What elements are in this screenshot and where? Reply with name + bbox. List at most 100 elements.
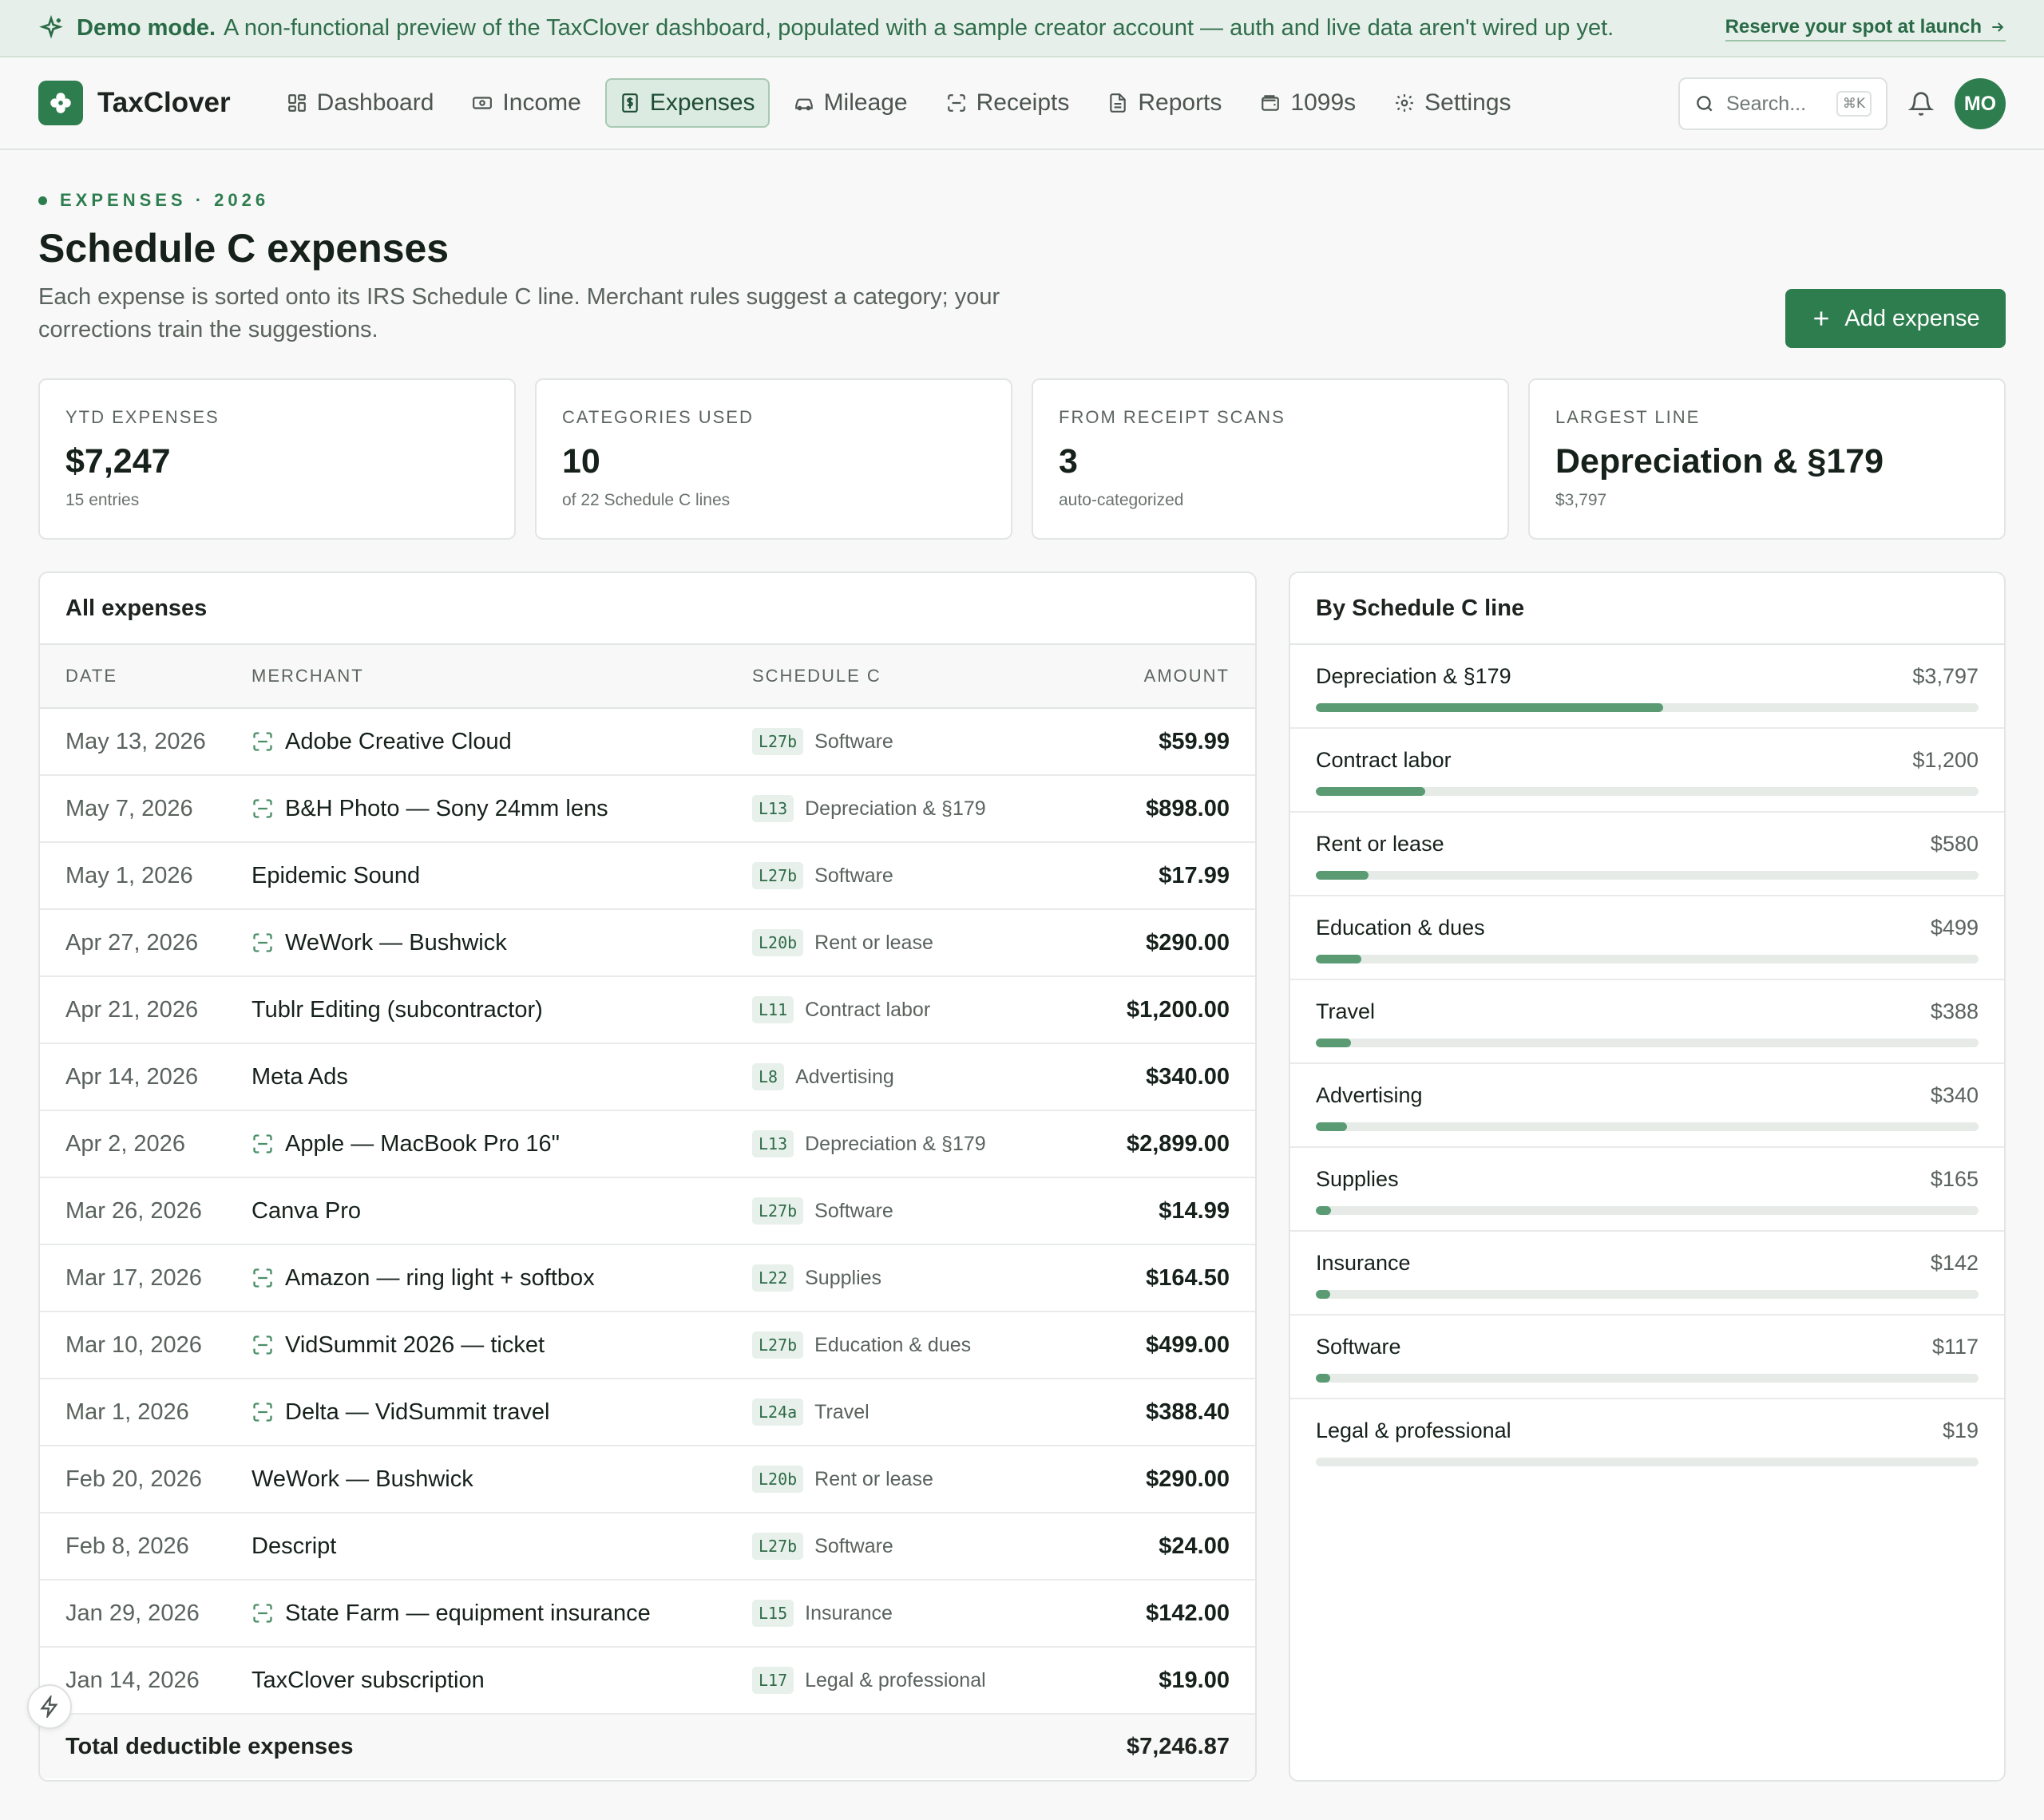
table-row[interactable]: May 7, 2026 B&H Photo — Sony 24mm lens L13… bbox=[40, 776, 1255, 843]
banner-strong: Demo mode. bbox=[77, 14, 216, 41]
cell-date: May 13, 2026 bbox=[65, 728, 206, 754]
lightning-icon bbox=[40, 1695, 58, 1718]
schedule-line-badge: L27b bbox=[752, 862, 804, 889]
total-label: Total deductible expenses bbox=[65, 1733, 354, 1759]
table-row[interactable]: Apr 14, 2026 Meta Ads L8 Advertising $340.00 bbox=[40, 1044, 1255, 1111]
table-row[interactable]: Apr 2, 2026 Apple — MacBook Pro 16" L13 Dep… bbox=[40, 1111, 1255, 1178]
merchant-name: Canva Pro bbox=[252, 1197, 362, 1224]
table-row[interactable]: Jan 14, 2026 TaxClover subscription L17 Leg… bbox=[40, 1648, 1255, 1715]
nav-receipts-label: Receipts bbox=[976, 89, 1070, 116]
stat-label: CATEGORIES USED bbox=[562, 407, 754, 427]
scan-icon bbox=[947, 94, 965, 112]
nav-dashboard[interactable]: Dashboard bbox=[272, 78, 449, 128]
line-item-name: Education & dues bbox=[1316, 916, 1485, 940]
table-row[interactable]: May 13, 2026 Adobe Creative Cloud L27b Soft… bbox=[40, 709, 1255, 776]
table-row[interactable]: Mar 26, 2026 Canva Pro L27b Software $14.99 bbox=[40, 1178, 1255, 1245]
schedule-line-item: Supplies $165 bbox=[1290, 1148, 2004, 1232]
cell-amount: $340.00 bbox=[1146, 1063, 1230, 1090]
table-row[interactable]: May 1, 2026 Epidemic Sound L27b Software $17… bbox=[40, 843, 1255, 910]
line-item-bar-track bbox=[1316, 1039, 1979, 1047]
cell-schedule-c: L27b Education & dues bbox=[752, 1331, 1072, 1359]
line-item-name: Advertising bbox=[1316, 1083, 1423, 1107]
sparkle-icon bbox=[39, 15, 63, 39]
stat-value: Depreciation & §179 bbox=[1555, 442, 1884, 481]
header-actions: Search... ⌘K MO bbox=[1678, 77, 2006, 130]
schedule-line-badge: L24a bbox=[752, 1399, 804, 1426]
avatar[interactable]: MO bbox=[1955, 78, 2006, 129]
nav-reports[interactable]: Reports bbox=[1093, 78, 1236, 128]
schedule-line-badge: L13 bbox=[752, 1130, 794, 1157]
cell-date: Feb 20, 2026 bbox=[65, 1466, 202, 1492]
banner-message: A non-functional preview of the TaxClove… bbox=[224, 14, 1614, 41]
receipt-scan-icon bbox=[253, 1268, 272, 1288]
line-item-bar-fill bbox=[1316, 871, 1369, 880]
column-header-schedule-c: SCHEDULE C bbox=[752, 666, 881, 686]
nav-mileage[interactable]: Mileage bbox=[779, 78, 922, 128]
schedule-category: Education & dues bbox=[814, 1333, 972, 1356]
line-item-header: Advertising $340 bbox=[1316, 1083, 1979, 1108]
table-row[interactable]: Feb 8, 2026 Descript L27b Software $24.00 bbox=[40, 1513, 1255, 1581]
cell-date: May 7, 2026 bbox=[65, 795, 193, 821]
cell-schedule-c: L27b Software bbox=[752, 1197, 1072, 1225]
schedule-category: Supplies bbox=[805, 1266, 882, 1289]
line-item-bar-track bbox=[1316, 955, 1979, 963]
cell-schedule-c: L24a Travel bbox=[752, 1399, 1072, 1426]
merchant-name: Amazon — ring light + softbox bbox=[285, 1264, 595, 1291]
brand-name: TaxClover bbox=[97, 87, 231, 118]
line-item-name: Supplies bbox=[1316, 1167, 1399, 1191]
bell-icon[interactable] bbox=[1908, 91, 1934, 117]
stat-value: 10 bbox=[562, 442, 600, 481]
reserve-spot-link[interactable]: Reserve your spot at launch bbox=[1725, 16, 2006, 42]
by-line-list: Depreciation & §179 $3,797 Contract labor $… bbox=[1290, 645, 2004, 1483]
nav-1099s[interactable]: 1099s bbox=[1246, 78, 1370, 128]
cell-date: Mar 10, 2026 bbox=[65, 1331, 202, 1358]
table-row[interactable]: Jan 29, 2026 State Farm — equipment insur… bbox=[40, 1581, 1255, 1648]
line-item-header: Rent or lease $580 bbox=[1316, 832, 1979, 857]
stat-label: LARGEST LINE bbox=[1555, 407, 1701, 427]
stat-card-largest-line: LARGEST LINE Depreciation & §179 $3,797 bbox=[1528, 378, 2006, 540]
cell-amount: $164.50 bbox=[1146, 1264, 1230, 1291]
cell-merchant: Tublr Editing (subcontractor) bbox=[252, 997, 752, 1023]
cell-schedule-c: L15 Insurance bbox=[752, 1600, 1072, 1627]
nav-settings[interactable]: Settings bbox=[1380, 78, 1525, 128]
brand-logo[interactable]: TaxClover bbox=[38, 81, 231, 125]
line-item-bar-fill bbox=[1316, 955, 1362, 963]
table-row[interactable]: Mar 17, 2026 Amazon — ring light + softbo… bbox=[40, 1245, 1255, 1312]
table-row[interactable]: Mar 1, 2026 Delta — VidSummit travel L24a T… bbox=[40, 1379, 1255, 1446]
cell-merchant: Adobe Creative Cloud bbox=[252, 729, 752, 755]
cell-merchant: WeWork — Bushwick bbox=[252, 930, 752, 956]
table-row[interactable]: Mar 10, 2026 VidSummit 2026 — ticket L27b E… bbox=[40, 1312, 1255, 1379]
cell-schedule-c: L8 Advertising bbox=[752, 1063, 1072, 1090]
line-item-amount: $165 bbox=[1930, 1167, 1979, 1191]
schedule-line-badge: L27b bbox=[752, 1197, 804, 1225]
schedule-line-badge: L20b bbox=[752, 929, 804, 956]
nav-income[interactable]: Income bbox=[458, 78, 595, 128]
schedule-line-badge: L27b bbox=[752, 1533, 804, 1560]
merchant-name: B&H Photo — Sony 24mm lens bbox=[285, 795, 608, 821]
cell-amount: $19.00 bbox=[1159, 1667, 1230, 1693]
search-input[interactable]: Search... ⌘K bbox=[1678, 77, 1888, 130]
add-expense-button[interactable]: Add expense bbox=[1785, 289, 2006, 348]
line-item-amount: $499 bbox=[1930, 916, 1979, 940]
nav-expenses[interactable]: Expenses bbox=[604, 78, 770, 128]
nav-receipts[interactable]: Receipts bbox=[932, 78, 1084, 128]
demo-banner: Demo mode. A non-functional preview of t… bbox=[0, 0, 2044, 57]
cell-schedule-c: L27b Software bbox=[752, 728, 1072, 755]
eyebrow-text: EXPENSES · 2026 bbox=[60, 190, 270, 210]
table-row[interactable]: Apr 21, 2026 Tublr Editing (subcontractor… bbox=[40, 977, 1255, 1044]
line-item-name: Insurance bbox=[1316, 1251, 1411, 1275]
cell-date: Feb 8, 2026 bbox=[65, 1533, 189, 1559]
cell-amount: $24.00 bbox=[1159, 1533, 1230, 1559]
table-row[interactable]: Apr 27, 2026 WeWork — Bushwick L20b Rent or… bbox=[40, 910, 1255, 977]
line-item-bar-fill bbox=[1316, 787, 1426, 796]
cell-merchant: Epidemic Sound bbox=[252, 863, 752, 889]
line-item-header: Legal & professional $19 bbox=[1316, 1418, 1979, 1443]
cell-date: Jan 29, 2026 bbox=[65, 1600, 200, 1626]
quick-action-button[interactable] bbox=[27, 1684, 72, 1729]
table-row[interactable]: Feb 20, 2026 WeWork — Bushwick L20b Rent or… bbox=[40, 1446, 1255, 1513]
cell-amount: $1,200.00 bbox=[1126, 996, 1230, 1023]
schedule-line-badge: L13 bbox=[752, 795, 794, 822]
line-item-name: Rent or lease bbox=[1316, 832, 1444, 856]
line-item-name: Travel bbox=[1316, 999, 1376, 1023]
cell-amount: $14.99 bbox=[1159, 1197, 1230, 1224]
